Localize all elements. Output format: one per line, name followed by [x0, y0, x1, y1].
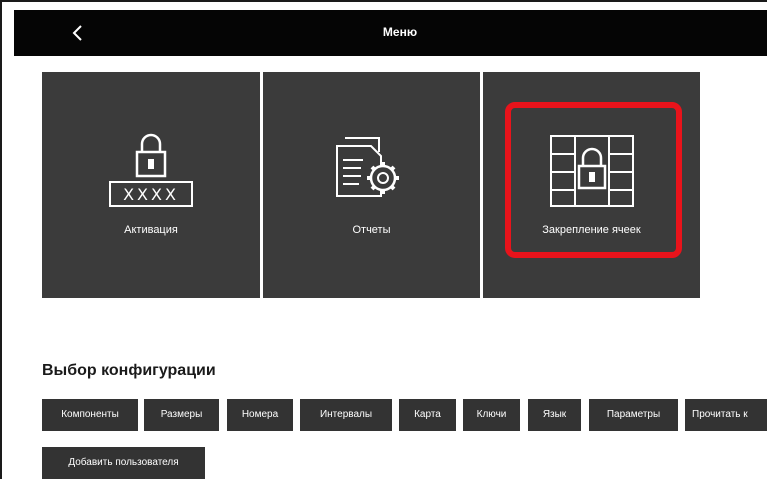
page-title: Меню: [382, 25, 418, 39]
config-button-language[interactable]: Язык: [528, 399, 581, 431]
top-bar: Меню: [14, 10, 767, 56]
config-button-add-user[interactable]: Добавить пользователя: [42, 447, 205, 479]
menu-tiles: XXXX Активация Отчеты Закрепление ячеек: [42, 72, 700, 298]
config-button-read[interactable]: Прочитать к: [685, 399, 767, 431]
document-gear-icon: [336, 137, 399, 197]
config-button-components[interactable]: Компоненты: [42, 399, 138, 431]
config-button-map[interactable]: Карта: [399, 399, 456, 431]
locker-lock-icon: [550, 135, 634, 207]
tile-activation-label: Активация: [124, 224, 178, 236]
lock-keypad-icon: XXXX: [109, 133, 193, 207]
tile-cell-lock[interactable]: Закрепление ячеек: [483, 72, 700, 298]
app-frame: Меню XXXX Активация Отчеты Закрепление я…: [0, 0, 767, 479]
tile-cell-lock-label: Закрепление ячеек: [542, 224, 641, 236]
keypad-text: XXXX: [123, 185, 179, 204]
config-button-intervals[interactable]: Интервалы: [300, 399, 392, 431]
config-button-parameters[interactable]: Параметры: [589, 399, 678, 431]
config-button-numbers[interactable]: Номера: [227, 399, 293, 431]
tile-reports-label: Отчеты: [352, 224, 391, 236]
config-button-sizes[interactable]: Размеры: [144, 399, 219, 431]
tile-activation[interactable]: XXXX Активация: [42, 72, 260, 298]
config-section-title: Выбор конфигурации: [42, 362, 216, 379]
config-button-keys[interactable]: Ключи: [463, 399, 520, 431]
tile-reports[interactable]: Отчеты: [263, 72, 480, 298]
